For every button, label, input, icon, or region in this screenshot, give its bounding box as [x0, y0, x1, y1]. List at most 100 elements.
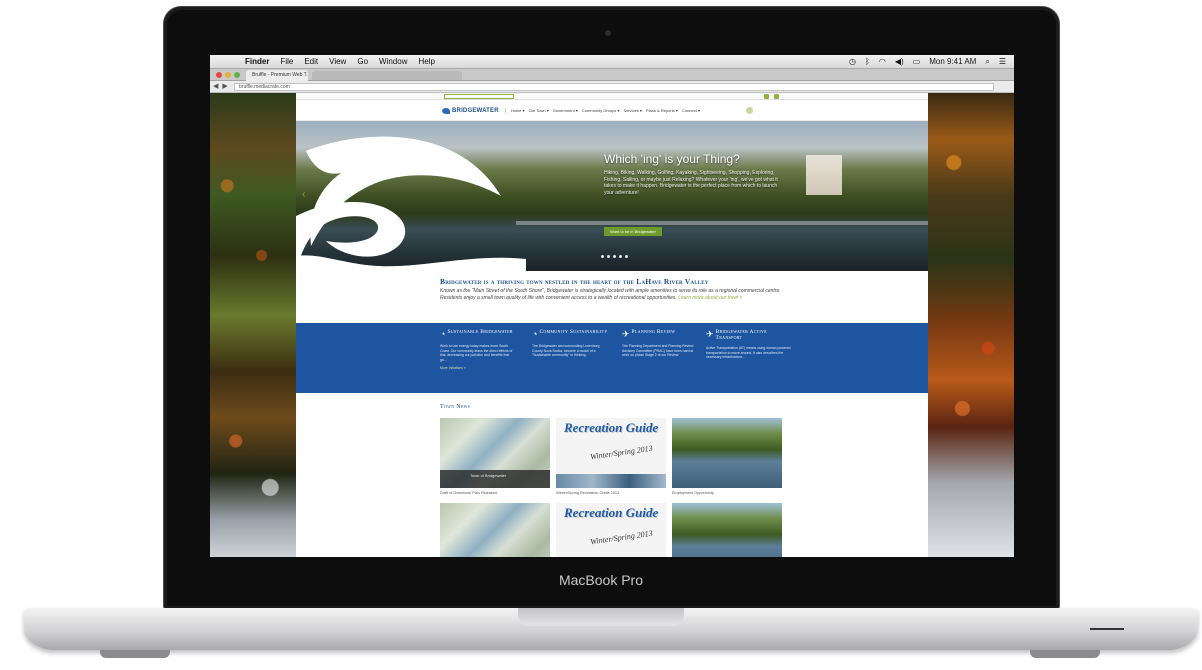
site-content: BRIDGEWATER Home ▾ Our Town ▾ Government…: [296, 93, 928, 557]
hero-house-image: [806, 155, 842, 195]
address-url: bruffle.mediacrate.com: [239, 84, 290, 90]
intro-section: Bridgewater is a thriving town nestled i…: [296, 271, 928, 323]
nav-home[interactable]: Home ▾: [511, 108, 525, 113]
hero-slider: ‹ Which 'ing' is your Thing? Hiking, Bik…: [296, 121, 928, 271]
intro-link[interactable]: Learn more about our town »: [678, 295, 742, 301]
social-icon[interactable]: [764, 94, 769, 99]
feature-sustainable-bridgewater[interactable]: ◔ Sustainable Bridgewater Work to use en…: [440, 329, 516, 370]
logo-text: BRIDGEWATER: [452, 107, 499, 114]
time-machine-icon[interactable]: ◷: [849, 57, 856, 66]
laptop-slot: [1090, 628, 1124, 630]
laptop-brand: MacBook Pro: [558, 572, 644, 588]
bird-icon: ✈: [706, 329, 714, 339]
site-nav-menu: Home ▾ Our Town ▾ Government ▾ Community…: [504, 108, 700, 113]
news-card-rec-subtitle: Winter/Spring 2013: [589, 443, 654, 462]
nav-community-groups[interactable]: Community Groups ▾: [582, 108, 620, 113]
feature-active-transport[interactable]: ✈ Bridgewater Active Transport Active Tr…: [706, 329, 792, 360]
web-page: BRIDGEWATER Home ▾ Our Town ▾ Government…: [210, 93, 1014, 557]
menu-go[interactable]: Go: [357, 57, 368, 66]
hero-cta-button[interactable]: Want to be in Bridgewater: [604, 227, 662, 236]
menu-file[interactable]: File: [280, 57, 293, 66]
browser-toolbar: ◀ ▶ bruffle.mediacrate.com: [210, 81, 1014, 93]
hero-prev-arrow[interactable]: ‹: [302, 189, 305, 200]
feature-title: Planning Review: [631, 329, 676, 335]
zoom-window-button[interactable]: [234, 72, 240, 78]
social-icon[interactable]: [774, 94, 779, 99]
menu-app-finder[interactable]: Finder: [245, 57, 269, 66]
hero-text: Hiking, Biking, Walking, Golfing, Kayaki…: [604, 170, 778, 196]
camera-icon: [605, 30, 611, 36]
screen: Finder File Edit View Go Window Help ◷ ᛒ…: [210, 55, 1014, 557]
hero-swirl-graphic: [296, 136, 526, 271]
feature-community-sustainability[interactable]: ◔ Community Sustainability The Bridgewat…: [532, 329, 608, 358]
new-tab-area[interactable]: [312, 71, 462, 80]
menu-edit[interactable]: Edit: [304, 57, 318, 66]
feature-text: The Planning Department and Planning Rev…: [622, 344, 694, 358]
menu-view[interactable]: View: [329, 57, 346, 66]
nav-our-town[interactable]: Our Town ▾: [529, 108, 549, 113]
news-card-thumbnail[interactable]: Recreation Guide Winter/Spring 2013: [556, 503, 666, 557]
hero-pagination-dot[interactable]: [601, 255, 604, 258]
feature-text: Active Transportation (AT) means using h…: [706, 346, 791, 360]
nav-services[interactable]: Services ▾: [623, 108, 641, 113]
nav-search-icon[interactable]: [745, 107, 753, 114]
hero-pagination-dot[interactable]: [619, 255, 622, 258]
hero-pagination-dot[interactable]: [625, 255, 628, 258]
browser-nav-buttons: ◀ ▶: [213, 82, 228, 90]
feature-planning-review[interactable]: ✈ Planning Review The Planning Departmen…: [622, 329, 698, 358]
intro-text: Known as the "Main Street of the South S…: [440, 288, 795, 301]
notification-list-icon[interactable]: ☰: [999, 57, 1006, 66]
bird-icon: ✈: [622, 329, 630, 339]
site-utility-bar: [296, 93, 928, 100]
feature-text: Work to use energy today makes more Sout…: [440, 344, 513, 362]
intro-title: Bridgewater is a thriving town nestled i…: [440, 277, 709, 286]
laptop-foot: [100, 650, 170, 658]
news-card-caption[interactable]: Winter/Spring Recreation Guide 2013: [556, 491, 666, 495]
menu-help[interactable]: Help: [418, 57, 434, 66]
features-band: ◔ Sustainable Bridgewater Work to use en…: [296, 323, 928, 393]
forward-icon[interactable]: ▶: [222, 82, 227, 90]
news-card-thumbnail[interactable]: [440, 503, 550, 557]
close-window-button[interactable]: [216, 72, 222, 78]
site-logo[interactable]: BRIDGEWATER: [442, 107, 499, 114]
news-card-thumbnail[interactable]: [672, 418, 782, 488]
feature-title: Sustainable Bridgewater: [447, 329, 513, 335]
back-icon[interactable]: ◀: [213, 82, 218, 90]
background-autumn-forest-right: [928, 93, 1014, 557]
menu-window[interactable]: Window: [379, 57, 407, 66]
news-card-thumbnail[interactable]: Recreation Guide Winter/Spring 2013: [556, 418, 666, 488]
news-card-caption[interactable]: Employment Opportunity: [672, 491, 782, 495]
news-title: Town News: [440, 404, 471, 410]
laptop-photo: MacBook Pro Finder File Edit View Go Win…: [0, 0, 1202, 670]
hero-pagination: [601, 255, 628, 258]
news-card-thumbnail[interactable]: Town of Bridgewater: [440, 418, 550, 488]
news-card-rec-photo-strip: [556, 474, 666, 488]
swirl-icon: ◔: [532, 329, 538, 339]
hero-pagination-dot[interactable]: [607, 255, 610, 258]
battery-icon[interactable]: ▭: [913, 57, 921, 66]
volume-icon[interactable]: ◀): [895, 57, 904, 66]
feature-title: Community Sustainability: [539, 329, 608, 335]
wifi-icon[interactable]: ◠: [879, 57, 886, 66]
laptop-foot: [1030, 650, 1100, 658]
site-search-input[interactable]: [444, 94, 514, 99]
news-card-map-label: Town of Bridgewater: [440, 470, 550, 488]
news-card-rec-title: Recreation Guide: [564, 420, 659, 435]
nav-government[interactable]: Government ▾: [553, 108, 578, 113]
nav-plans-reports[interactable]: Plans & Reports ▾: [646, 108, 678, 113]
town-news-section: Town News Town of Bridgewater Draft of Do…: [296, 393, 928, 557]
news-card-rec-title: Recreation Guide: [564, 505, 659, 520]
hero-pagination-dot[interactable]: [613, 255, 616, 258]
bluetooth-icon[interactable]: ᛒ: [865, 57, 870, 66]
news-card-thumbnail[interactable]: [672, 503, 782, 557]
browser-tabbar: Bruffle - Premium Web T...: [210, 69, 1014, 81]
address-bar[interactable]: bruffle.mediacrate.com: [234, 83, 994, 91]
spotlight-icon[interactable]: ⌕: [985, 57, 989, 67]
mac-menubar: Finder File Edit View Go Window Help ◷ ᛒ…: [210, 55, 1014, 69]
browser-tab[interactable]: Bruffle - Premium Web T...: [246, 70, 308, 81]
menubar-clock[interactable]: Mon 9:41 AM: [929, 57, 976, 66]
nav-connect[interactable]: Connect ▾: [682, 108, 700, 113]
news-card-caption[interactable]: Draft of Downtown Plan Released: [440, 491, 550, 495]
feature-more-link[interactable]: More Initiatives »: [440, 366, 516, 370]
minimize-window-button[interactable]: [225, 72, 231, 78]
